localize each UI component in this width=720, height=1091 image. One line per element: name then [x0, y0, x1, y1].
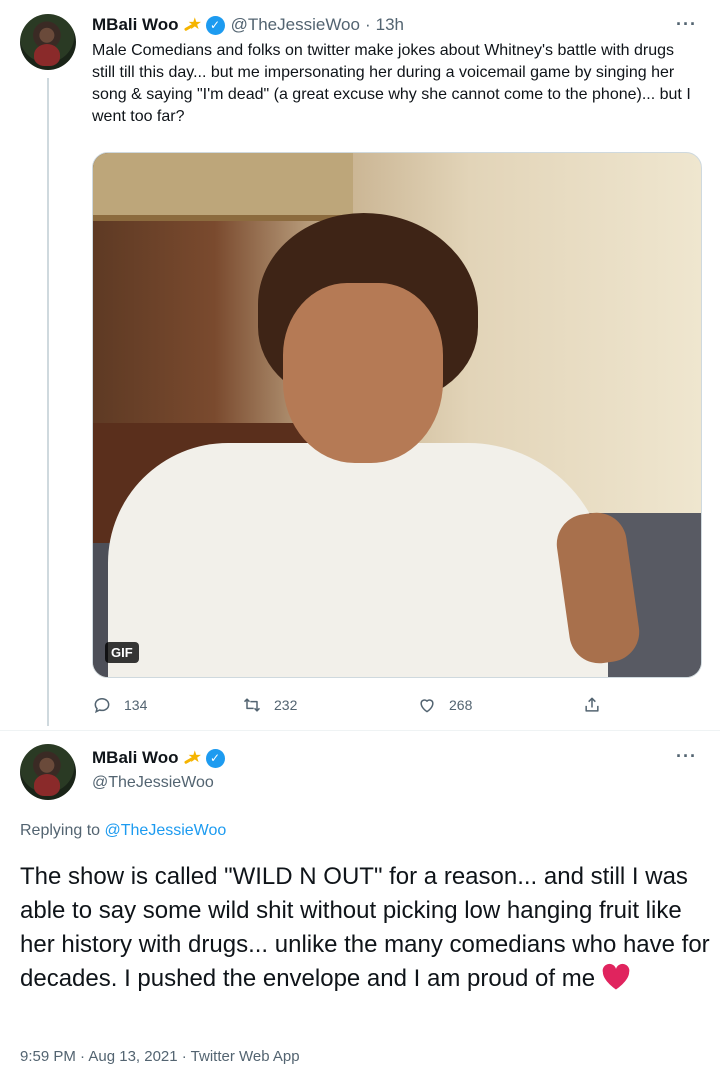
replying-to-handle-link[interactable]: @TheJessieWoo — [105, 822, 227, 839]
like-button[interactable]: 268 — [417, 692, 472, 718]
author-handle[interactable]: @TheJessieWoo — [231, 15, 360, 35]
avatar[interactable] — [20, 744, 76, 800]
picture-frame — [93, 153, 353, 221]
share-icon — [585, 697, 599, 712]
shooting-star-emoji-icon — [184, 747, 202, 767]
verified-badge-icon: ✓ — [205, 15, 225, 35]
tweet-timestamp[interactable]: 9:59 PM · Aug 13, 2021 · Twitter Web App — [20, 1048, 300, 1065]
more-options-button[interactable]: ··· — [676, 14, 697, 35]
retweet-button[interactable]: 232 — [242, 692, 297, 718]
thread-connector-line — [47, 78, 49, 726]
like-icon — [420, 699, 434, 713]
author-name[interactable]: MBali Woo — [92, 748, 179, 768]
retweet-icon — [243, 698, 261, 712]
tweet-time[interactable]: 13h — [376, 15, 404, 35]
tweet-actions: 134 232 268 — [92, 692, 612, 718]
replying-to-prefix: Replying to — [20, 822, 105, 839]
tweet-gif-media[interactable]: GIF — [92, 152, 702, 678]
reply-header: MBali Woo ✓ — [92, 747, 225, 768]
retweet-count: 232 — [274, 697, 298, 713]
replying-to: Replying to @TheJessieWoo — [20, 822, 226, 840]
separator-dot: · — [364, 15, 371, 34]
shooting-star-emoji-icon — [184, 14, 202, 34]
reply-icon — [94, 697, 110, 714]
avatar[interactable] — [20, 14, 76, 70]
more-options-button[interactable]: ··· — [676, 746, 697, 767]
author-name[interactable]: MBali Woo — [92, 15, 179, 35]
face — [283, 283, 443, 463]
gif-badge: GIF — [105, 642, 139, 663]
heart-emoji-icon — [602, 963, 630, 990]
share-button[interactable] — [582, 692, 614, 718]
author-handle[interactable]: @TheJessieWoo — [92, 774, 214, 792]
verified-badge-icon: ✓ — [205, 748, 225, 768]
tweet-header: MBali Woo ✓ @TheJessieWoo · 13h — [92, 14, 404, 35]
original-tweet[interactable]: MBali Woo ✓ @TheJessieWoo · 13h ··· Male… — [0, 0, 720, 730]
tweet-divider — [0, 730, 720, 731]
white-shirt — [108, 443, 608, 677]
tweet-text: Male Comedians and folks on twitter make… — [92, 42, 691, 125]
reply-button[interactable]: 134 — [92, 692, 147, 718]
reply-count: 134 — [124, 697, 148, 713]
reply-text-container: The show is called "WILD N OUT" for a re… — [20, 860, 710, 996]
like-count: 268 — [449, 697, 473, 713]
